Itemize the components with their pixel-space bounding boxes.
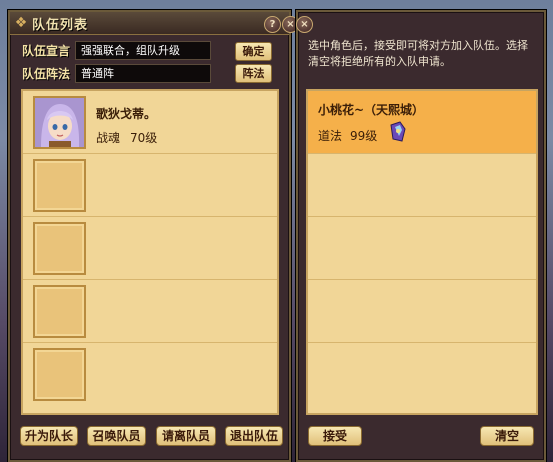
empty-member-slot bbox=[33, 348, 86, 401]
accept-button[interactable]: 接受 bbox=[308, 426, 362, 446]
taoist-class-icon bbox=[390, 121, 406, 142]
member-class: 战魂 bbox=[96, 131, 121, 145]
member-row[interactable] bbox=[23, 280, 277, 343]
member-info: 战魂 70级 bbox=[96, 129, 157, 146]
member-row[interactable] bbox=[23, 343, 277, 406]
empty-member-slot bbox=[33, 222, 86, 275]
request-hint-text: 选中角色后，接受即可将对方加入队伍。选择清空将拒绝所有的入队申请。 bbox=[308, 39, 528, 68]
request-row[interactable]: 小桃花~（天熙城） 道法 99级 bbox=[308, 91, 536, 154]
kick-member-button[interactable]: 请离队员 bbox=[156, 426, 216, 446]
member-name: 歌狄戈蒂。 bbox=[96, 107, 157, 121]
member-row[interactable] bbox=[23, 217, 277, 280]
formation-display: 普通阵 bbox=[75, 64, 211, 83]
request-level: 99级 bbox=[350, 129, 378, 143]
confirm-button[interactable]: 确定 bbox=[235, 42, 272, 61]
join-request-list: 小桃花~（天熙城） 道法 99级 bbox=[306, 89, 538, 415]
formation-button[interactable]: 阵法 bbox=[235, 64, 272, 83]
request-row[interactable] bbox=[308, 217, 536, 280]
request-row[interactable] bbox=[308, 154, 536, 217]
promote-leader-button[interactable]: 升为队长 bbox=[20, 426, 78, 446]
request-info: 道法 99级 bbox=[318, 127, 377, 144]
declaration-input[interactable]: 强强联合，组队升级 bbox=[75, 41, 211, 60]
summon-member-button[interactable]: 召唤队员 bbox=[87, 426, 146, 446]
request-row[interactable] bbox=[308, 343, 536, 406]
character-portrait-icon bbox=[35, 98, 84, 147]
member-level: 70级 bbox=[130, 131, 158, 145]
close-button[interactable]: × bbox=[296, 16, 313, 33]
request-row[interactable] bbox=[308, 280, 536, 343]
empty-member-slot bbox=[33, 159, 86, 212]
empty-member-slot bbox=[33, 285, 86, 338]
formation-label: 队伍阵法 bbox=[22, 67, 71, 81]
title-bar[interactable]: ❖ 队伍列表 ? × bbox=[10, 12, 299, 35]
member-row[interactable] bbox=[23, 154, 277, 217]
window-title: 队伍列表 bbox=[32, 18, 89, 33]
clear-button[interactable]: 清空 bbox=[480, 426, 534, 446]
leave-team-button[interactable]: 退出队伍 bbox=[225, 426, 283, 446]
title-ornament-icon: ❖ bbox=[14, 15, 28, 31]
member-list: 歌狄戈蒂。 战魂 70级 bbox=[21, 89, 279, 415]
member-portrait bbox=[33, 96, 86, 149]
request-name: 小桃花~（天熙城） bbox=[318, 103, 425, 117]
request-class: 道法 bbox=[318, 129, 343, 143]
help-button[interactable]: ? bbox=[264, 16, 281, 33]
member-row[interactable]: 歌狄戈蒂。 战魂 70级 bbox=[23, 91, 277, 154]
declaration-label: 队伍宣言 bbox=[22, 44, 71, 58]
